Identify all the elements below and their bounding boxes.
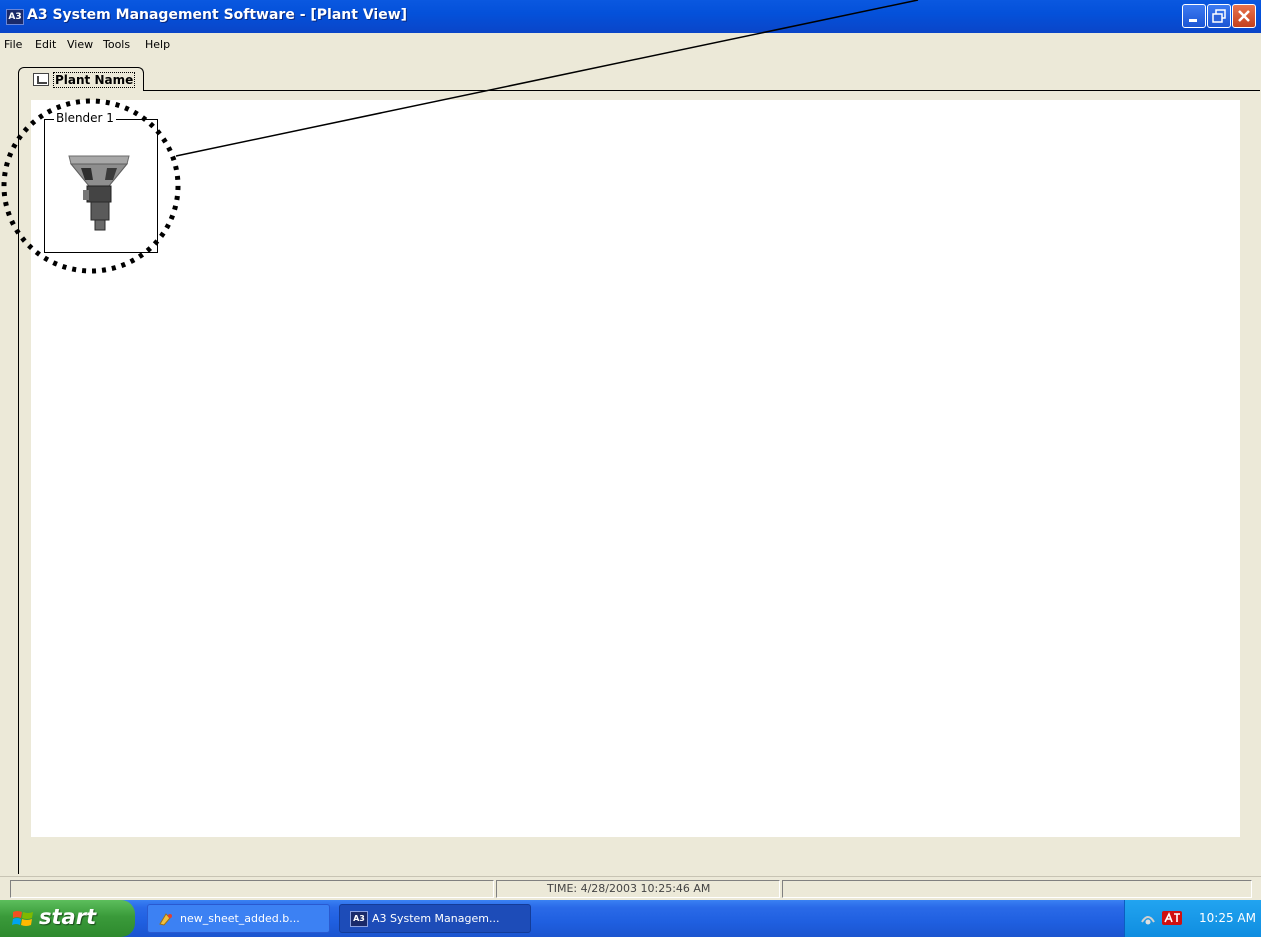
tab-panel-border — [18, 90, 19, 874]
taskbar-clock: 10:25 AM — [1199, 911, 1256, 925]
taskbar-button-label: new_sheet_added.b... — [180, 912, 300, 925]
close-button[interactable] — [1232, 4, 1256, 28]
plant-view-canvas[interactable] — [31, 100, 1240, 837]
title-bar[interactable]: A3 A3 System Management Software - [Plan… — [0, 0, 1261, 33]
taskbar-button-a3[interactable]: A3 A3 System Managem... — [339, 904, 531, 933]
window-title: A3 System Management Software - [Plant V… — [27, 7, 408, 23]
status-pane-left — [10, 880, 494, 898]
app-icon: A3 — [6, 9, 24, 25]
a3-app-icon: A3 — [350, 911, 368, 927]
taskbar: start new_sheet_added.b... A3 A3 System … — [0, 900, 1261, 937]
start-button[interactable]: start — [0, 900, 135, 937]
menu-edit[interactable]: Edit — [35, 38, 56, 51]
menu-view[interactable]: View — [67, 38, 93, 51]
tab-plant-name[interactable]: Plant Name — [18, 67, 144, 91]
status-pane-time: TIME: 4/28/2003 10:25:46 AM — [496, 880, 780, 898]
paint-icon — [159, 913, 172, 926]
taskbar-button-label: A3 System Managem... — [372, 912, 500, 925]
network-icon[interactable] — [1139, 910, 1157, 926]
tab-divider — [143, 90, 1260, 91]
restore-icon — [1212, 9, 1226, 23]
status-pane-right — [782, 880, 1252, 898]
status-time: TIME: 4/28/2003 10:25:46 AM — [547, 882, 711, 895]
system-tray: 10:25 AM — [1124, 900, 1261, 937]
blender-1-group[interactable]: Blender 1 — [44, 111, 158, 253]
minimize-icon — [1189, 19, 1197, 22]
blender-label: Blender 1 — [54, 111, 116, 125]
menu-bar: File Edit View Tools Help — [0, 33, 1261, 58]
ati-icon[interactable] — [1161, 909, 1183, 927]
start-label: start — [39, 905, 97, 929]
menu-tools[interactable]: Tools — [103, 38, 130, 51]
close-icon — [1238, 10, 1250, 22]
menu-file[interactable]: File — [4, 38, 22, 51]
menu-help[interactable]: Help — [145, 38, 170, 51]
minimize-button[interactable] — [1182, 4, 1206, 28]
windows-flag-icon — [12, 911, 33, 926]
plant-view-icon — [33, 73, 49, 86]
tab-label: Plant Name — [53, 72, 136, 88]
status-bar: TIME: 4/28/2003 10:25:46 AM — [0, 876, 1261, 901]
taskbar-button-paint[interactable]: new_sheet_added.b... — [147, 904, 330, 933]
restore-button[interactable] — [1207, 4, 1231, 28]
blender-machine-icon[interactable] — [65, 154, 133, 234]
